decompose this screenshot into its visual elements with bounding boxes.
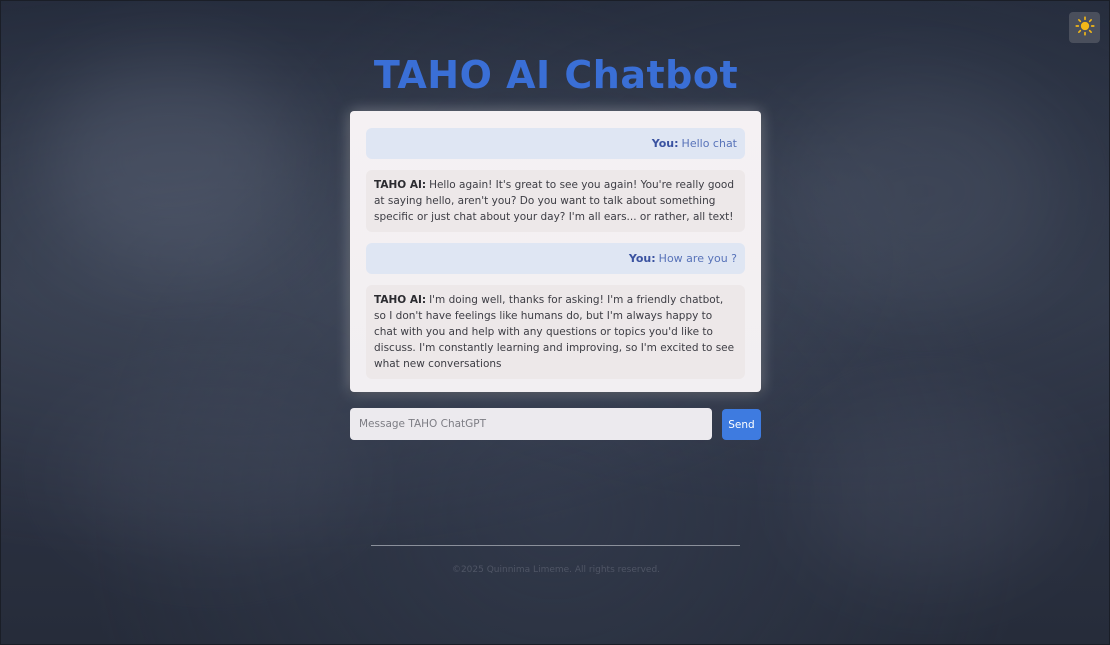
user-message: You: How are you ? (366, 243, 745, 274)
theme-toggle-button[interactable] (1069, 12, 1100, 43)
ai-message: TAHO AI: Hello again! It's great to see y… (366, 170, 745, 232)
footer-copyright: ©2025 Quinnima Limeme. All rights reserv… (451, 565, 661, 575)
footer-divider (371, 545, 740, 546)
message-sender: You: (628, 252, 656, 265)
message-text: Hello chat (681, 137, 737, 150)
message-sender: TAHO AI: (374, 179, 427, 191)
message-sender: You: (651, 137, 679, 150)
page-title: TAHO AI Chatbot (373, 53, 739, 97)
ai-message: TAHO AI: I'm doing well, thanks for askin… (366, 285, 745, 379)
message-input[interactable] (350, 408, 712, 440)
chat-panel: You: Hello chat TAHO AI: Hello again! It'… (350, 111, 761, 392)
user-message: You: Hello chat (366, 128, 745, 159)
sun-icon (1074, 15, 1095, 40)
message-text: I'm doing well, thanks for asking! I'm a… (374, 294, 735, 370)
message-text: How are you ? (658, 252, 737, 265)
message-text: Hello again! It's great to see you again… (374, 179, 734, 223)
message-sender: TAHO AI: (374, 294, 427, 306)
send-button[interactable]: Send (722, 409, 761, 440)
